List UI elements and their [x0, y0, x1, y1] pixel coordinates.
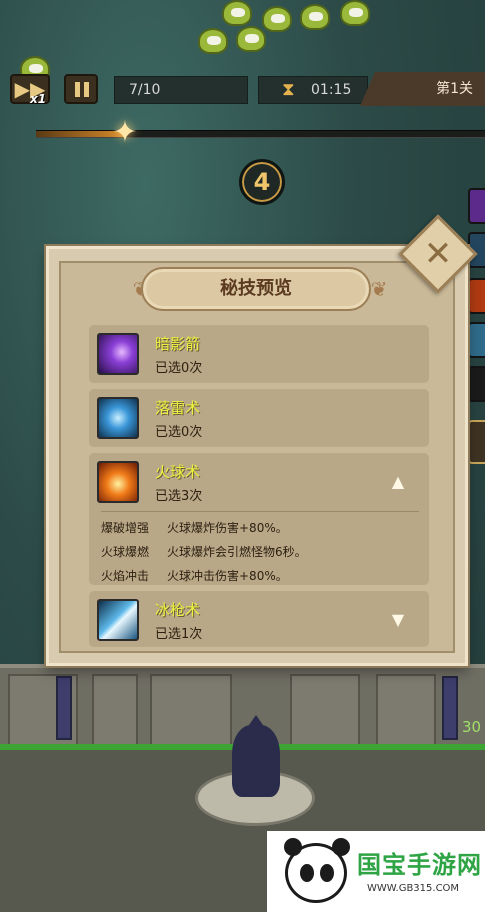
- slime-monster: [300, 4, 330, 30]
- slime-monster: [262, 6, 292, 32]
- watermark-url: WWW.GB315.COM: [367, 883, 460, 894]
- top-hud: ▶▶ 7/10 01:15 ⧗ 第1关: [0, 70, 485, 110]
- mage-hero: [232, 715, 280, 797]
- side-menu-button[interactable]: [468, 420, 485, 464]
- close-icon: ✕: [423, 234, 453, 274]
- skill-name: 火球术: [155, 463, 201, 481]
- side-skill-slot[interactable]: [468, 188, 485, 224]
- hp-value: 30: [462, 718, 482, 736]
- wall-stone: [290, 674, 360, 750]
- detail-desc: 火球冲击伤害+80%。: [167, 569, 288, 583]
- skill-name: 冰枪术: [155, 601, 201, 619]
- skill-count: 已选3次: [155, 489, 203, 504]
- slime-monster: [340, 0, 370, 26]
- wave-counter: 7/10: [114, 76, 248, 104]
- lightning-icon: [97, 397, 139, 439]
- detail-name: 爆破增强: [101, 521, 150, 535]
- title-banner: 秘技预览: [141, 267, 371, 311]
- level-indicator: 第1关: [360, 72, 485, 106]
- detail-desc: 火球爆炸伤害+80%。: [167, 521, 288, 535]
- expand-arrow-button[interactable]: ▼: [389, 612, 407, 628]
- pause-button[interactable]: [64, 74, 98, 104]
- skill-row-lightning[interactable]: 落雷术 已选0次: [89, 389, 429, 447]
- skill-row-ice-spear[interactable]: 冰枪术 已选1次 ▼: [89, 591, 429, 647]
- panda-eye: [320, 864, 334, 882]
- speed-label: x1: [30, 92, 47, 106]
- banner-pillar: [56, 676, 72, 740]
- side-skill-slot[interactable]: [468, 278, 485, 314]
- slime-monster: [222, 0, 252, 26]
- skill-row-fireball[interactable]: 火球术 已选3次 ▲ 爆破增强 火球爆炸伤害+80%。 火球爆燃 火球爆炸会引燃…: [89, 453, 429, 585]
- wall-stone: [376, 674, 436, 750]
- banner-pillar: [442, 676, 458, 740]
- watermark-brand: 国宝手游网: [357, 851, 482, 879]
- game-scene: ▶▶ 7/10 01:15 ⧗ 第1关 x1 ✦ 4 30 ❦ ❦: [0, 0, 485, 912]
- slime-monster: [198, 28, 228, 54]
- wall-stone: [92, 674, 138, 750]
- panda-ear: [284, 838, 302, 856]
- panda-ear: [332, 838, 350, 856]
- dialog-title: 秘技预览: [220, 278, 292, 299]
- collapse-arrow-button[interactable]: ▲: [389, 474, 407, 490]
- skill-name: 暗影箭: [155, 335, 201, 353]
- skill-count: 已选0次: [155, 361, 203, 376]
- side-skill-slot[interactable]: [468, 322, 485, 358]
- watermark: 国宝手游网 WWW.GB315.COM: [267, 831, 485, 912]
- skill-name: 落雷术: [155, 399, 201, 417]
- detail-desc: 火球爆炸会引燃怪物6秒。: [167, 545, 307, 559]
- skill-count: 已选1次: [155, 627, 203, 642]
- divider: [101, 511, 419, 512]
- countdown-badge: 4: [239, 159, 285, 205]
- skill-preview-dialog: ❦ ❦ 秘技预览 暗影箭 已选0次 落雷术 已选0次 火球术 已选3次 ▲ 爆破…: [46, 246, 468, 666]
- detail-name: 火焰冲击: [101, 569, 150, 583]
- skill-row-shadow-arrow[interactable]: 暗影箭 已选0次: [89, 325, 429, 383]
- panda-eye: [300, 864, 314, 882]
- wall-stone: [150, 674, 232, 750]
- timer-display: 01:15: [258, 76, 368, 104]
- fireball-icon: [97, 461, 139, 503]
- detail-name: 火球爆燃: [101, 545, 150, 559]
- skill-count: 已选0次: [155, 425, 203, 440]
- side-skill-slot[interactable]: [468, 366, 485, 402]
- hourglass-icon: ⧗: [282, 79, 295, 100]
- panda-logo-icon: [284, 838, 350, 903]
- slime-monster: [236, 26, 266, 52]
- wave-progress-bar: [36, 130, 485, 138]
- shadow-arrow-icon: [97, 333, 139, 375]
- spark-icon: ✦: [112, 115, 138, 150]
- ice-spear-icon: [97, 599, 139, 641]
